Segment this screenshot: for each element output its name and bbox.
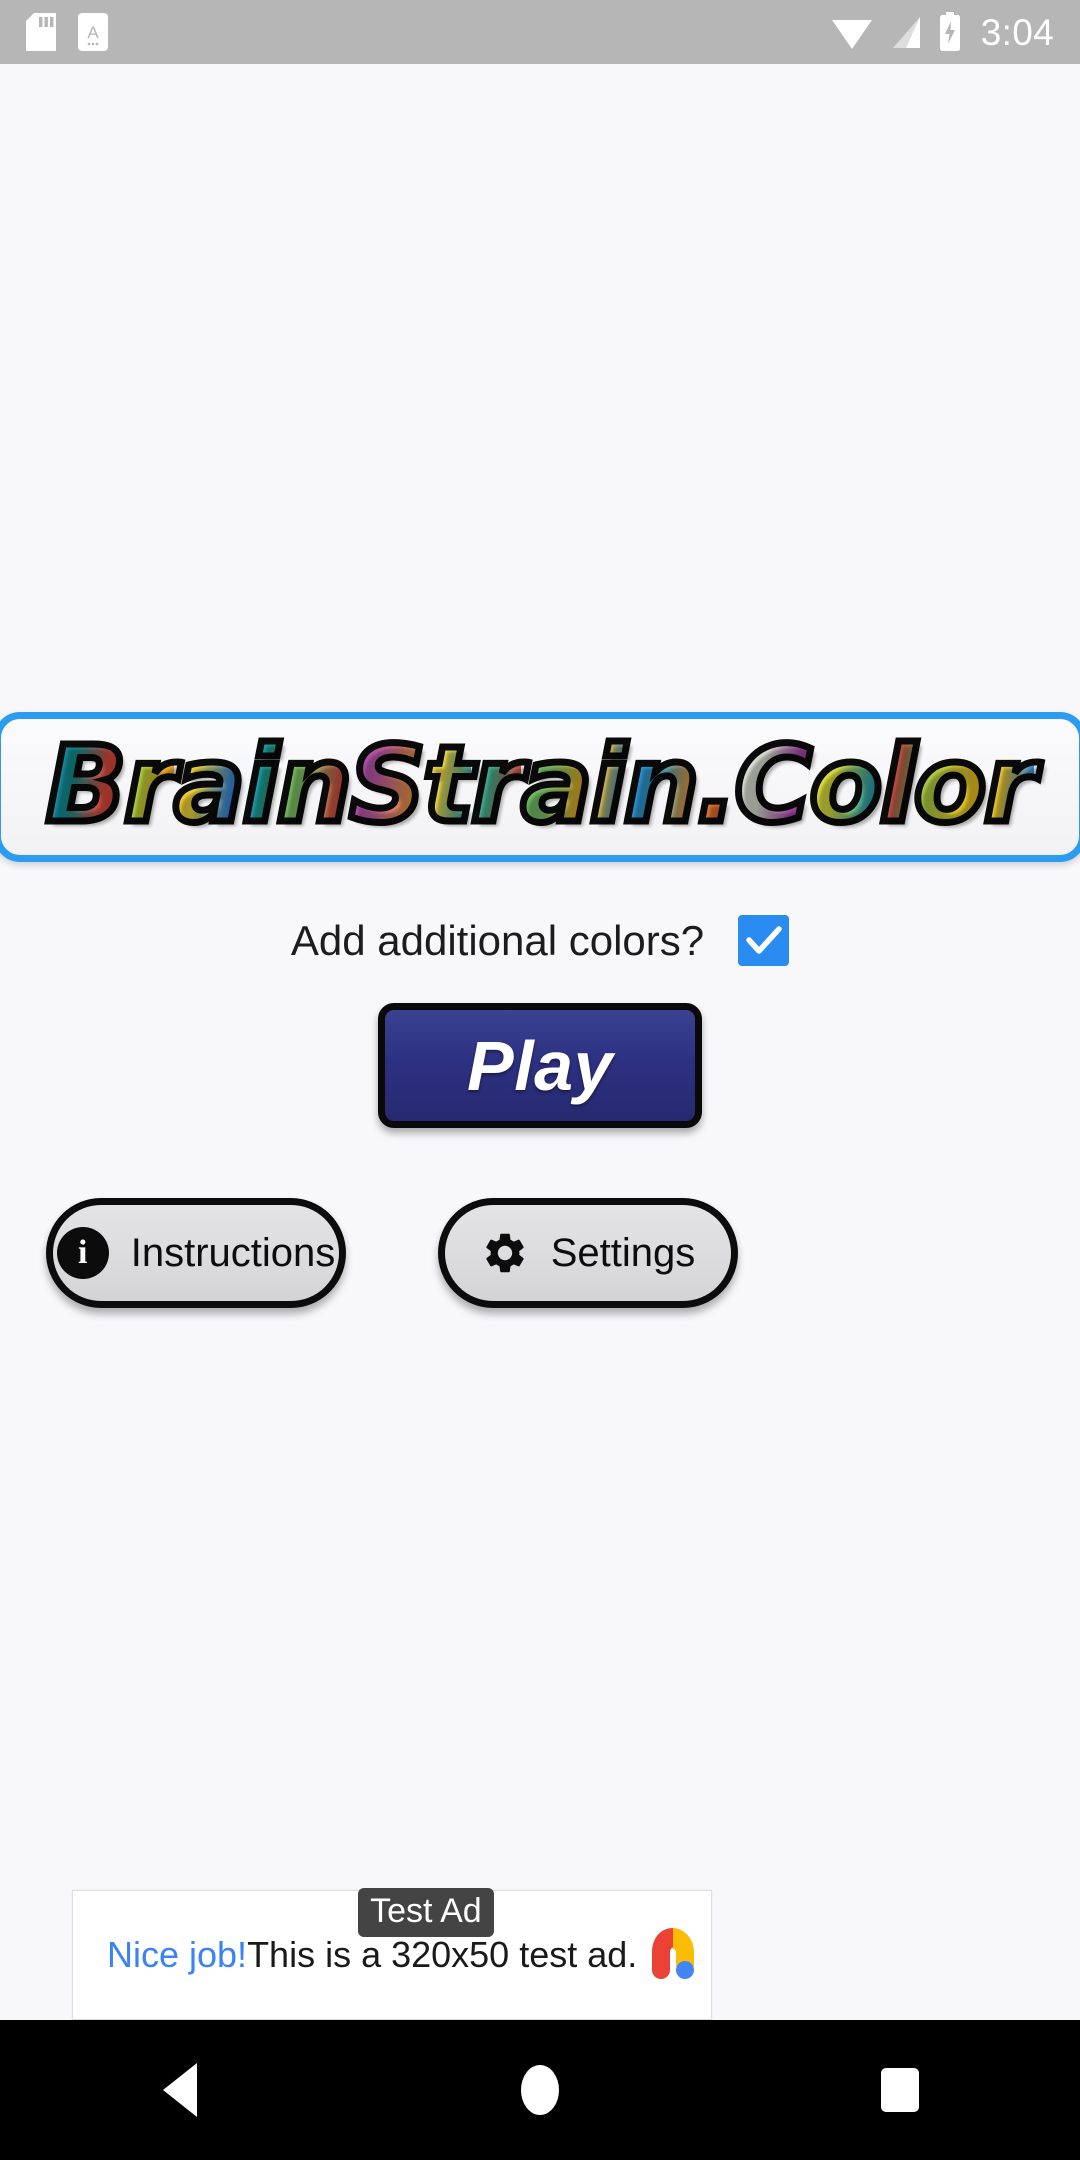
sd-card-icon bbox=[26, 13, 56, 51]
logo-letter-14: l bbox=[876, 723, 919, 846]
settings-button[interactable]: Settings bbox=[438, 1198, 738, 1308]
settings-button-label: Settings bbox=[550, 1230, 696, 1275]
play-button-label: Play bbox=[467, 1026, 613, 1105]
status-bar: A 3:04 bbox=[0, 0, 1080, 64]
info-icon: i bbox=[56, 1227, 109, 1279]
logo-letter-3: i bbox=[239, 723, 282, 846]
cellular-signal-icon bbox=[887, 13, 925, 51]
nav-back-button[interactable] bbox=[80, 2020, 280, 2160]
document-a-icon: A bbox=[78, 13, 108, 51]
logo-letter-6: t bbox=[420, 723, 477, 846]
logo-letter-11: . bbox=[693, 723, 740, 846]
ad-test-badge: Test Ad bbox=[358, 1888, 494, 1937]
nav-recents-button[interactable] bbox=[800, 2020, 1000, 2160]
logo-letter-5: S bbox=[346, 723, 429, 846]
play-button[interactable]: Play bbox=[378, 1003, 702, 1128]
logo-letter-15: o bbox=[910, 723, 989, 846]
admob-logo-icon bbox=[652, 1928, 695, 1979]
status-bar-left-icons: A bbox=[26, 13, 108, 51]
ad-body-container: Test Ad This is a 320x50 test ad. bbox=[247, 1888, 638, 1976]
battery-charging-icon bbox=[938, 12, 962, 52]
ad-body-text: This is a 320x50 test ad. bbox=[247, 1934, 638, 1975]
ad-cta-text: Nice job! bbox=[107, 1934, 248, 1975]
instructions-button-label: Instructions bbox=[130, 1230, 336, 1275]
status-bar-right-icons: 3:04 bbox=[830, 12, 1054, 52]
additional-colors-checkbox[interactable] bbox=[738, 915, 790, 966]
instructions-button[interactable]: i Instructions bbox=[46, 1198, 346, 1308]
back-triangle-icon bbox=[163, 2063, 197, 2117]
additional-colors-row: Add additional colors? bbox=[0, 915, 1080, 966]
app-logo-text: BrainStrain.Color bbox=[43, 729, 1040, 841]
app-screen: A 3:04 BrainStrain.Color Add additional … bbox=[0, 0, 1080, 2160]
nav-home-button[interactable] bbox=[440, 2020, 640, 2160]
logo-letter-16: r bbox=[981, 723, 1040, 846]
app-logo-panel: BrainStrain.Color bbox=[0, 712, 1080, 862]
logo-letter-1: r bbox=[121, 723, 180, 846]
logo-letter-9: i bbox=[587, 723, 630, 846]
logo-letter-10: n bbox=[621, 723, 703, 846]
ad-banner[interactable]: Nice job! Test Ad This is a 320x50 test … bbox=[72, 1888, 712, 2020]
logo-letter-7: r bbox=[468, 723, 527, 846]
svg-text:A: A bbox=[87, 23, 99, 42]
home-circle-icon bbox=[521, 2065, 559, 2115]
gear-icon bbox=[486, 1233, 524, 1273]
logo-letter-4: n bbox=[273, 723, 355, 846]
status-bar-clock: 3:04 bbox=[980, 11, 1054, 53]
logo-letter-13: o bbox=[806, 723, 885, 846]
wifi-icon bbox=[830, 13, 874, 51]
additional-colors-label: Add additional colors? bbox=[290, 916, 705, 964]
logo-letter-2: a bbox=[170, 723, 248, 846]
recents-square-icon bbox=[881, 2068, 919, 2112]
logo-letter-8: a bbox=[518, 723, 596, 846]
logo-letter-12: C bbox=[731, 723, 815, 846]
android-nav-bar bbox=[0, 2020, 1080, 2160]
logo-letter-0: B bbox=[43, 723, 130, 846]
checkmark-icon bbox=[745, 925, 782, 954]
